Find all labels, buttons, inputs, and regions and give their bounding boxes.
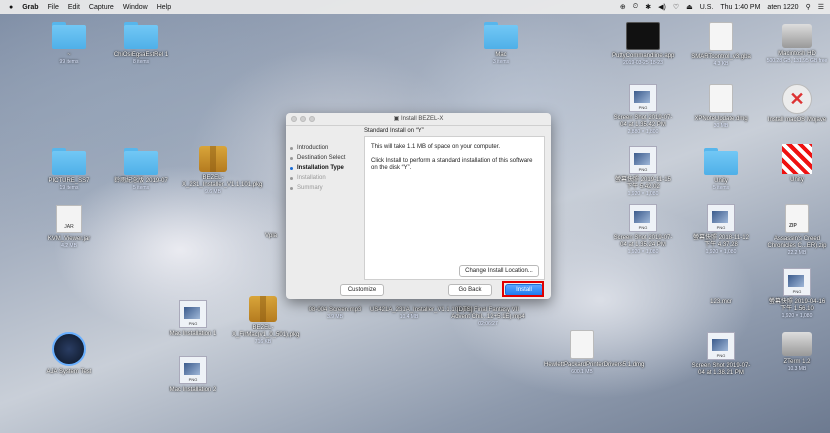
step-installation: Installation [290,173,360,183]
desktop-zterm[interactable]: ZTerm 1.2 10.3 MB [766,332,828,372]
disk-image-icon [570,330,594,359]
image-file-icon: PNG [783,268,811,296]
menu-app-grab[interactable]: Grab [22,4,38,11]
desktop-disk-macintosh-hd[interactable]: Macintosh HD 500.28 GB, 131.95 GB free [766,24,828,64]
desktop-folder-mac[interactable]: Mac 3 items [470,22,532,65]
desktop-png-2[interactable]: PNG Mac Installation 2 [162,356,224,394]
desktop-mcr-file[interactable]: 123.mcr [690,296,752,306]
desktop-screenshot-3[interactable]: PNG Screen Shot 2019-07-04 at 1.35.24 PM… [612,204,674,255]
image-file-icon: PNG [179,300,207,328]
desktop-zip-file[interactable]: ZIP Assassin's Creed Chronicles C...ER).… [766,204,828,256]
bluetooth-icon[interactable]: ✱ [645,3,651,11]
gauge-icon [52,332,86,366]
disk-image-icon [782,332,812,356]
desktop-dmg-hp[interactable]: HewlettPackardPrinterDrivers5.1.dmg 600.… [544,330,644,375]
package-icon: ▣ [393,116,400,122]
eject-icon[interactable]: ⏏ [686,3,693,11]
document-icon [709,84,733,113]
folder-icon [124,148,158,175]
package-icon [199,146,227,172]
volume-icon[interactable]: ◀) [658,3,666,11]
menu-window[interactable]: Window [123,4,148,11]
step-destination-select: Destination Select [290,153,360,163]
image-file-icon: PNG [707,332,735,360]
image-file-icon: PNG [629,84,657,112]
step-installation-type: Installation Type [290,163,360,173]
desktop-png-1[interactable]: PNG Mac Installation 1 [162,300,224,338]
minimize-window-icon[interactable] [300,116,306,122]
apple-menu-icon[interactable]: ● [9,4,13,11]
desktop-doc-1[interactable]: SMARTcontrol_v3.gba 4.3 KB [690,22,752,67]
installer-titlebar[interactable]: ▣ Install BEZEL-X [286,113,551,126]
desktop-file-mp3[interactable]: 08-004 Screen.mp3 3.9 MB [300,304,370,320]
wifi-icon[interactable]: ♡ [673,3,679,11]
desktop-file-mp4[interactable]: [DTS] Final Fantasy VII Advent Chil...12… [448,304,528,327]
install-instructions-text: Click Install to perform a standard inst… [371,158,533,171]
installer-steps: Introduction Destination Select Installa… [290,143,360,193]
image-file-icon: PNG [629,146,657,174]
change-install-location-button[interactable]: Change Install Location... [459,265,539,277]
terminal-icon [626,22,660,50]
notification-center-icon[interactable]: ☰ [818,3,824,11]
close-window-icon[interactable] [291,116,297,122]
menu-file[interactable]: File [48,4,59,11]
zip-file-icon: ZIP [785,204,809,233]
status-icon-1[interactable]: ⊕ [620,3,626,11]
desktop-doc-2[interactable]: XPNoteUpdate.dmg 30 MB [690,84,752,129]
install-heading: Standard Install on “Y” [364,128,424,134]
desktop-folder-home[interactable]: ~ 99 items [38,22,100,65]
zoom-window-icon[interactable] [309,116,315,122]
desktop-screenshot-2[interactable]: PNG 螢幕快照 2019-11-15 下午 5.42.02 1,920 × 1… [612,146,674,197]
folder-icon [52,22,86,49]
menu-edit[interactable]: Edit [68,4,80,11]
app-icon [782,144,812,174]
step-summary: Summary [290,183,360,193]
desktop-file-pkg-3[interactable]: US421A_231A_Installer_V1.1.101.pkg 10.4 … [370,304,473,320]
install-button-highlight [502,281,544,297]
desktop-app-zz[interactable]: Unity [766,144,828,184]
desktop-pkg-2[interactable]: BEZEL-X_FirMac(v1_0_501).pkg 716 KB [232,296,299,345]
status-area: ⊕ ⏲ ✱ ◀) ♡ ⏏ U.S. Thu 1:40 PM aten 1220 … [620,0,824,14]
desktop-screenshot-6[interactable]: PNG Screen Shot 2019-07-04 at 1.38.21 PM [690,332,752,377]
document-icon [709,22,733,51]
desktop-screenshot-4[interactable]: PNG 螢幕快照 2018-11-12 下午 4.37.28 1,920 × 1… [690,204,752,255]
desktop-app-aja[interactable]: AJA System Test [38,332,100,376]
window-title: Install BEZEL-X [400,116,444,122]
desktop-pkg-1[interactable]: BEZEL-X_231_Installer_V1.1.101.pkg 9.6 M… [182,146,262,195]
clock[interactable]: Thu 1:40 PM [720,4,760,11]
go-back-button[interactable]: Go Back [448,284,492,296]
package-icon [249,296,277,322]
install-info-panel: This will take 1.1 MB of space on your c… [364,136,545,280]
input-source[interactable]: U.S. [700,4,714,11]
desktop-folder-5[interactable]: PICTURE_SS7 19 items [38,148,100,191]
installer-x-icon: ✕ [782,84,812,114]
hard-disk-icon [782,24,812,48]
folder-icon [484,22,518,49]
step-introduction: Introduction [290,143,360,153]
desktop-folder-6[interactable]: 鈴雨紀念版 2019-07 5 items [110,148,172,191]
customize-button[interactable]: Customize [340,284,384,296]
desktop-folder-unity[interactable]: Unity 5 items [690,148,752,191]
spotlight-search-icon[interactable]: ⚲ [806,3,811,11]
desktop-install-macos[interactable]: ✕ Install macOS Mojave [766,84,828,124]
desktop-screenshot-5[interactable]: PNG 螢幕快照 2019-04-16 下午 1.56.10 1,920 × 1… [766,268,828,319]
menu-bar: ● Grab File Edit Capture Window Help ⊕ ⏲… [0,0,830,14]
desktop-folder-2[interactable]: ChiOsiEgsaEstRel 1 8 items [110,22,172,65]
desktop-screenshot-1[interactable]: PNG Screen Shot 2019-07-04 at 1.35.42 PM… [612,84,674,135]
menu-capture[interactable]: Capture [89,4,114,11]
desktop-jar-file[interactable]: JAR KVM_Viewer.jar 4.2 MB [38,205,100,249]
folder-icon [704,148,738,175]
installer-window: ▣ Install BEZEL-X Standard Install on “Y… [286,113,551,299]
jar-file-icon: JAR [56,205,82,233]
image-file-icon: PNG [629,204,657,232]
menu-help[interactable]: Help [157,4,171,11]
folder-icon [124,22,158,49]
time-machine-icon[interactable]: ⏲ [633,3,638,11]
image-file-icon: PNG [179,356,207,384]
image-file-icon: PNG [707,204,735,232]
user-name[interactable]: aten 1220 [767,4,798,11]
space-required-text: This will take 1.1 MB of space on your c… [371,144,501,150]
folder-icon [52,148,86,175]
desktop-term-app[interactable]: PuttyCommandline.app 2019-03-25 18-23 [612,22,674,66]
